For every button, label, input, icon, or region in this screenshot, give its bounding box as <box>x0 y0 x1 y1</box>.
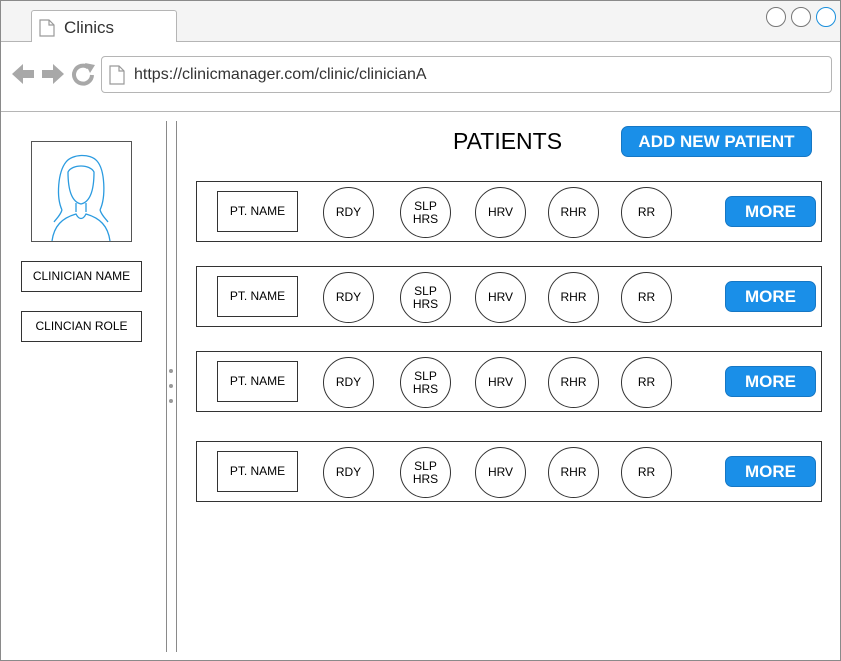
metric-sleep-hours: SLP HRS <box>400 357 451 408</box>
sidebar-divider <box>176 121 177 652</box>
metric-resting-heart-rate: RHR <box>548 272 599 323</box>
more-button[interactable]: MORE <box>725 281 816 312</box>
browser-tab[interactable]: Clinics <box>31 10 177 43</box>
document-icon <box>39 19 55 37</box>
metric-respiratory-rate: RR <box>621 447 672 498</box>
minimize-button[interactable] <box>766 7 786 27</box>
patient-row: PT. NAME RDY SLP HRS HRV RHR RR MORE <box>196 351 822 412</box>
browser-window: Clinics https://clinicmanager.com/clinic… <box>0 0 841 661</box>
avatar-icon <box>51 154 111 241</box>
metric-respiratory-rate: RR <box>621 357 672 408</box>
patient-row: PT. NAME RDY SLP HRS HRV RHR RR MORE <box>196 181 822 242</box>
patient-row: PT. NAME RDY SLP HRS HRV RHR RR MORE <box>196 266 822 327</box>
document-icon <box>109 65 125 85</box>
close-button[interactable] <box>816 7 836 27</box>
metric-resting-heart-rate: RHR <box>548 447 599 498</box>
page-title: PATIENTS <box>453 128 563 154</box>
clinician-name: CLINICIAN NAME <box>21 261 142 292</box>
metric-hrv: HRV <box>475 272 526 323</box>
metric-hrv: HRV <box>475 357 526 408</box>
metric-readiness: RDY <box>323 357 374 408</box>
metric-hrv: HRV <box>475 447 526 498</box>
metric-sleep-hours: SLP HRS <box>400 187 451 238</box>
metric-respiratory-rate: RR <box>621 272 672 323</box>
metric-resting-heart-rate: RHR <box>548 357 599 408</box>
metric-respiratory-rate: RR <box>621 187 672 238</box>
metric-readiness: RDY <box>323 187 374 238</box>
metric-resting-heart-rate: RHR <box>548 187 599 238</box>
metric-sleep-hours: SLP HRS <box>400 447 451 498</box>
url-text: https://clinicmanager.com/clinic/clinici… <box>134 66 427 83</box>
patient-name: PT. NAME <box>217 276 298 317</box>
nav-buttons <box>12 63 95 86</box>
metric-readiness: RDY <box>323 447 374 498</box>
clinician-role: CLINCIAN ROLE <box>21 311 142 342</box>
sidebar-divider <box>166 121 167 652</box>
more-button[interactable]: MORE <box>725 196 816 227</box>
address-bar[interactable]: https://clinicmanager.com/clinic/clinici… <box>101 56 832 93</box>
grip-dot <box>169 399 173 403</box>
navigation-bar: https://clinicmanager.com/clinic/clinici… <box>1 42 840 112</box>
grip-dot <box>169 384 173 388</box>
patient-row: PT. NAME RDY SLP HRS HRV RHR RR MORE <box>196 441 822 502</box>
back-arrow-icon[interactable] <box>12 64 34 84</box>
patient-name: PT. NAME <box>217 191 298 232</box>
forward-arrow-icon[interactable] <box>42 64 64 84</box>
grip-dot <box>169 369 173 373</box>
add-new-patient-button[interactable]: ADD NEW PATIENT <box>621 126 812 157</box>
patient-name: PT. NAME <box>217 451 298 492</box>
tab-title: Clinics <box>64 18 115 37</box>
title-bar: Clinics <box>1 1 840 43</box>
maximize-button[interactable] <box>791 7 811 27</box>
metric-sleep-hours: SLP HRS <box>400 272 451 323</box>
metric-hrv: HRV <box>475 187 526 238</box>
patient-name: PT. NAME <box>217 361 298 402</box>
more-button[interactable]: MORE <box>725 366 816 397</box>
metric-readiness: RDY <box>323 272 374 323</box>
more-button[interactable]: MORE <box>725 456 816 487</box>
reload-icon[interactable] <box>72 63 95 86</box>
clinician-avatar <box>31 141 132 242</box>
